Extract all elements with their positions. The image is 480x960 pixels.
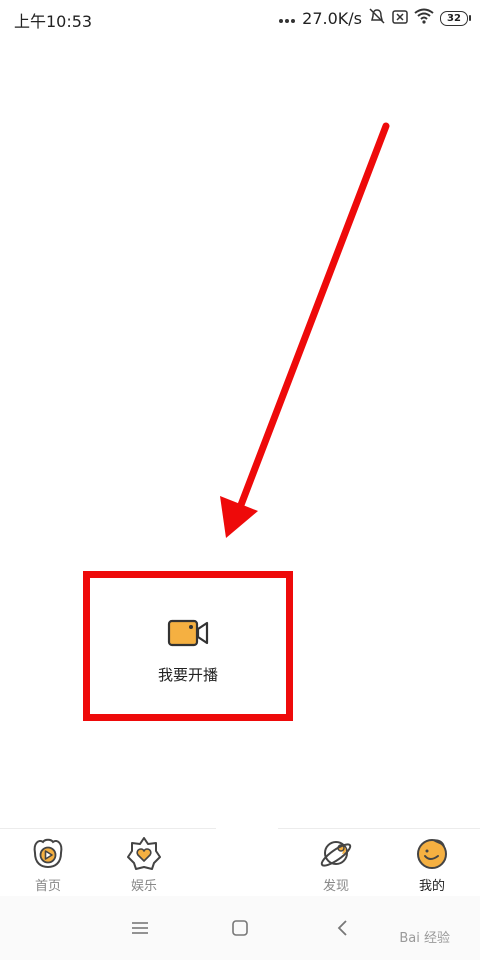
home-square-icon[interactable] xyxy=(220,912,260,944)
tab-home[interactable]: 首页 xyxy=(0,829,96,897)
menu-icon[interactable] xyxy=(120,912,160,944)
entertainment-heart-icon xyxy=(126,835,162,871)
profile-face-icon xyxy=(414,835,450,871)
tab-home-label: 首页 xyxy=(34,879,61,894)
start-live-button[interactable]: 我要开播 xyxy=(90,578,286,714)
tab-entertainment-label: 娱乐 xyxy=(130,879,157,894)
watermark: Bai 经验 xyxy=(399,931,450,946)
annotation-arrow xyxy=(220,122,390,538)
back-icon[interactable] xyxy=(322,912,362,944)
bottom-tab-bar: 首页 娱乐 发现 我的 xyxy=(0,827,480,897)
tab-bar-gap xyxy=(216,827,278,831)
start-live-label: 我要开播 xyxy=(157,666,218,684)
tab-entertainment[interactable]: 娱乐 xyxy=(96,829,192,897)
tab-profile-label: 我的 xyxy=(418,879,445,894)
system-navigation-bar: Bai 经验 xyxy=(0,896,480,960)
tab-discover-label: 发现 xyxy=(322,879,349,894)
annotation-highlight-box: 我要开播 xyxy=(83,571,293,721)
tab-profile[interactable]: 我的 xyxy=(384,829,480,897)
planet-icon xyxy=(318,835,354,871)
home-play-icon xyxy=(30,835,66,871)
video-camera-icon xyxy=(167,618,209,652)
tab-discover[interactable]: 发现 xyxy=(288,829,384,897)
